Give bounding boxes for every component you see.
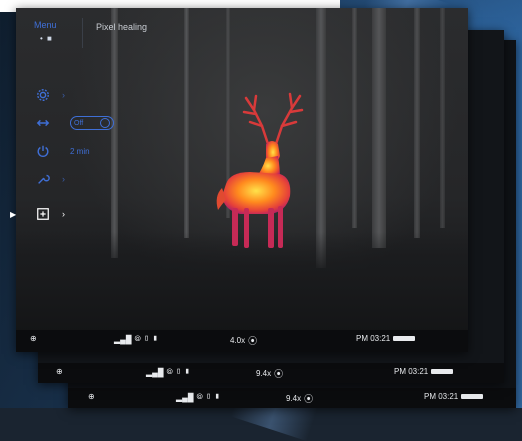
clock-time: PM 03:21 xyxy=(424,392,459,401)
zoom-value: 9.4x xyxy=(286,394,302,403)
signal-bars: ▂▄█ xyxy=(114,334,132,344)
menu-title[interactable]: Menu xyxy=(34,20,57,30)
device-screen-main: Menu • ■ Pixel healing › Off 2 min › › ⊕… xyxy=(16,8,468,352)
mode-icons: ⦾ ▯ ▮ xyxy=(196,392,221,401)
menu-item-tools[interactable]: › xyxy=(36,170,65,188)
time-indicator: PM 03:21 xyxy=(424,392,484,401)
tree-trunk xyxy=(352,8,357,228)
tree-trunk xyxy=(414,8,420,238)
crosshair-icon: ⊕ xyxy=(56,367,63,376)
signal-indicator: ▂▄█ ⦾ ▯ ▮ xyxy=(114,334,158,344)
battery-icon xyxy=(461,394,484,399)
menu-header: Pixel healing xyxy=(96,22,148,32)
mode-icons: ⦾ ▯ ▮ xyxy=(134,334,159,343)
toggle-knob xyxy=(100,118,110,128)
tree-trunk xyxy=(372,8,386,248)
toggle-label: Off xyxy=(74,119,84,127)
chevron-right-icon: › xyxy=(62,174,65,184)
time-indicator: PM 03:21 xyxy=(394,367,454,376)
menu-item-auto-shutdown[interactable]: 2 min xyxy=(36,142,90,160)
tree-trunk xyxy=(184,8,189,238)
pixel-healing-toggle[interactable]: Off xyxy=(70,116,114,130)
status-bar: ⊕ ▂▄█ ⦾ ▯ ▮ 9.4x ⦿ PM 03:21 xyxy=(38,363,504,383)
menu-page-dots: • ■ xyxy=(40,34,53,43)
crosshair-icon: ⊕ xyxy=(88,392,95,401)
signal-indicator: ▂▄█ ⦾ ▯ ▮ xyxy=(146,367,190,377)
gear-icon xyxy=(37,89,49,101)
signal-indicator: ▂▄█ ⦾ ▯ ▮ xyxy=(176,392,220,402)
menu-selector-arrow: ▶ xyxy=(10,210,17,219)
zoom-value: 9.4x xyxy=(256,369,272,378)
power-icon xyxy=(37,145,49,158)
auto-shutdown-value: 2 min xyxy=(70,146,90,156)
tree-trunk xyxy=(440,8,445,228)
crosshair-icon: ⊕ xyxy=(30,334,37,343)
status-bar: ⊕ ▂▄█ ⦾ ▯ ▮ 9.4x ⦿ PM 03:21 xyxy=(68,388,516,408)
chevron-right-icon: › xyxy=(62,209,65,219)
pixel-adjust-icon xyxy=(36,119,50,127)
clock-time: PM 03:21 xyxy=(394,367,429,376)
clock-time: PM 03:21 xyxy=(356,334,391,343)
battery-icon xyxy=(393,336,416,341)
signal-bars: ▂▄█ xyxy=(146,367,164,377)
status-bar: ⊕ ▂▄█ ⦾ ▯ ▮ 4.0x ⦿ PM 03:21 xyxy=(16,330,468,352)
battery-icon xyxy=(431,369,454,374)
zoom-indicator: 4.0x ⦿ xyxy=(230,334,257,347)
menu-item-pixel-adjust[interactable]: Off xyxy=(36,114,114,132)
time-indicator: PM 03:21 xyxy=(356,334,416,343)
zoom-indicator: 9.4x ⦿ xyxy=(286,392,313,405)
add-square-icon xyxy=(37,208,49,220)
menu-separator xyxy=(82,18,83,48)
zoom-indicator: 9.4x ⦿ xyxy=(256,367,283,380)
menu-item-settings[interactable]: › xyxy=(36,86,65,104)
zoom-value: 4.0x xyxy=(230,336,246,345)
tree-trunk xyxy=(111,8,118,258)
wifi-icon: ⦿ xyxy=(274,369,284,379)
chevron-right-icon: › xyxy=(62,90,65,100)
wifi-icon: ⦿ xyxy=(304,394,314,404)
wifi-icon: ⦿ xyxy=(248,336,258,346)
wrench-icon xyxy=(38,174,50,184)
thermal-forest-scene xyxy=(16,8,468,352)
menu-item-add[interactable]: › xyxy=(36,205,65,223)
mode-icons: ⦾ ▯ ▮ xyxy=(166,367,191,376)
signal-bars: ▂▄█ xyxy=(176,392,194,402)
thermal-deer xyxy=(216,92,304,248)
